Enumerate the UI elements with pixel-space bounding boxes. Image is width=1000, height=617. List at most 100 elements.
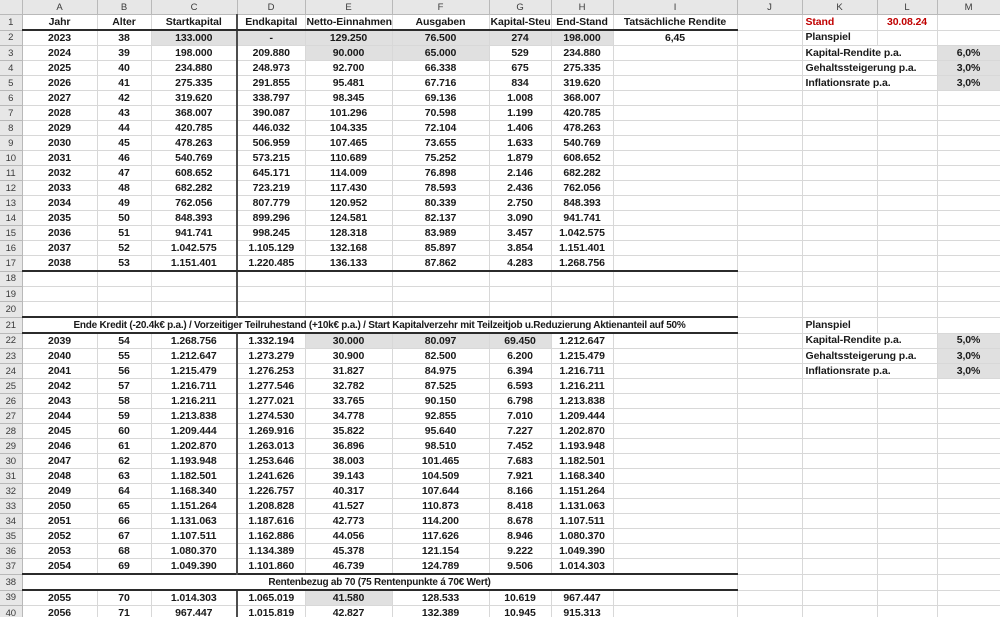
cell-C16[interactable]: 1.042.575 (151, 240, 238, 256)
cell-B11[interactable]: 47 (97, 165, 152, 181)
cell-I2[interactable]: 6,45 (613, 30, 738, 46)
cell-F15[interactable]: 83.989 (392, 225, 490, 241)
cell-I13[interactable] (613, 195, 738, 211)
cell-K9[interactable] (802, 135, 878, 151)
cell-J10[interactable] (737, 150, 803, 166)
cell-B3[interactable]: 39 (97, 45, 152, 61)
cell-E10[interactable]: 110.689 (305, 150, 393, 166)
cell-G34[interactable]: 8.678 (489, 513, 552, 529)
cell-K17[interactable] (802, 255, 878, 272)
cell-I25[interactable] (613, 378, 738, 394)
cell-M12[interactable] (937, 180, 1000, 196)
cell-L26[interactable] (877, 393, 938, 409)
cell-C20[interactable] (151, 301, 238, 318)
cell-L28[interactable] (877, 423, 938, 439)
cell-L32[interactable] (877, 483, 938, 499)
row-header-13[interactable]: 13 (0, 195, 23, 211)
cell-H30[interactable]: 1.182.501 (551, 453, 614, 469)
cell-I14[interactable] (613, 210, 738, 226)
cell-J9[interactable] (737, 135, 803, 151)
cell-B12[interactable]: 48 (97, 180, 152, 196)
cell-E34[interactable]: 42.773 (305, 513, 393, 529)
cell-I4[interactable] (613, 60, 738, 76)
cell-I23[interactable] (613, 348, 738, 364)
row-header-19[interactable]: 19 (0, 286, 23, 302)
cell-H10[interactable]: 608.652 (551, 150, 614, 166)
cell-I8[interactable] (613, 120, 738, 136)
cell-M5[interactable]: 3,0% (937, 75, 1000, 91)
cell-M39[interactable] (937, 590, 1000, 606)
cell-J32[interactable] (737, 483, 803, 499)
cell-C12[interactable]: 682.282 (151, 180, 238, 196)
cell-J19[interactable] (737, 286, 803, 302)
cell-C23[interactable]: 1.212.647 (151, 348, 238, 364)
cell-H32[interactable]: 1.151.264 (551, 483, 614, 499)
cell-I34[interactable] (613, 513, 738, 529)
cell-B35[interactable]: 67 (97, 528, 152, 544)
column-header-L[interactable]: L (877, 0, 938, 15)
cell-L31[interactable] (877, 468, 938, 484)
cell-B15[interactable]: 51 (97, 225, 152, 241)
cell-L10[interactable] (877, 150, 938, 166)
cell-M16[interactable] (937, 240, 1000, 256)
cell-B34[interactable]: 66 (97, 513, 152, 529)
cell-H29[interactable]: 1.193.948 (551, 438, 614, 454)
cell-M19[interactable] (937, 286, 1000, 302)
row-header-27[interactable]: 27 (0, 408, 23, 424)
cell-D15[interactable]: 998.245 (237, 225, 306, 241)
cell-H26[interactable]: 1.213.838 (551, 393, 614, 409)
cell-G16[interactable]: 3.854 (489, 240, 552, 256)
cell-F22[interactable]: 80.097 (392, 333, 490, 349)
cell-E36[interactable]: 45.378 (305, 543, 393, 559)
cell-L36[interactable] (877, 543, 938, 559)
row-header-23[interactable]: 23 (0, 348, 23, 364)
cell-I15[interactable] (613, 225, 738, 241)
cell-G14[interactable]: 3.090 (489, 210, 552, 226)
cell-F29[interactable]: 98.510 (392, 438, 490, 454)
cell-H17[interactable]: 1.268.756 (551, 255, 614, 272)
cell-D18[interactable] (237, 271, 306, 287)
cell-D9[interactable]: 506.959 (237, 135, 306, 151)
cell-A26[interactable]: 2043 (22, 393, 98, 409)
cell-A29[interactable]: 2046 (22, 438, 98, 454)
cell-J34[interactable] (737, 513, 803, 529)
cell-E11[interactable]: 114.009 (305, 165, 393, 181)
cell-I11[interactable] (613, 165, 738, 181)
row-header-16[interactable]: 16 (0, 240, 23, 256)
cell-C22[interactable]: 1.268.756 (151, 333, 238, 349)
row-header-37[interactable]: 37 (0, 558, 23, 575)
cell-J18[interactable] (737, 271, 803, 287)
cell-B36[interactable]: 68 (97, 543, 152, 559)
cell-F2[interactable]: 76.500 (392, 30, 490, 46)
cell-L21[interactable] (877, 317, 938, 334)
cell-G28[interactable]: 7.227 (489, 423, 552, 439)
cell-B40[interactable]: 71 (97, 605, 152, 617)
cell-J12[interactable] (737, 180, 803, 196)
cell-H13[interactable]: 848.393 (551, 195, 614, 211)
cell-J40[interactable] (737, 605, 803, 617)
cell-G26[interactable]: 6.798 (489, 393, 552, 409)
cell-I27[interactable] (613, 408, 738, 424)
cell-J26[interactable] (737, 393, 803, 409)
cell-D24[interactable]: 1.276.253 (237, 363, 306, 379)
row-header-6[interactable]: 6 (0, 90, 23, 106)
cell-C32[interactable]: 1.168.340 (151, 483, 238, 499)
cell-E3[interactable]: 90.000 (305, 45, 393, 61)
cell-C9[interactable]: 478.263 (151, 135, 238, 151)
cell-F25[interactable]: 87.525 (392, 378, 490, 394)
cell-G36[interactable]: 9.222 (489, 543, 552, 559)
cell-I39[interactable] (613, 590, 738, 606)
cell-M22[interactable]: 5,0% (937, 333, 1000, 349)
cell-B23[interactable]: 55 (97, 348, 152, 364)
cell-E40[interactable]: 42.827 (305, 605, 393, 617)
cell-E12[interactable]: 117.430 (305, 180, 393, 196)
row-header-39[interactable]: 39 (0, 590, 23, 606)
cell-M2[interactable] (937, 30, 1000, 46)
cell-G22[interactable]: 69.450 (489, 333, 552, 349)
cell-J37[interactable] (737, 558, 803, 575)
cell-H37[interactable]: 1.014.303 (551, 558, 614, 575)
cell-H15[interactable]: 1.042.575 (551, 225, 614, 241)
cell-K11[interactable] (802, 165, 878, 181)
cell-E26[interactable]: 33.765 (305, 393, 393, 409)
cell-E37[interactable]: 46.739 (305, 558, 393, 575)
